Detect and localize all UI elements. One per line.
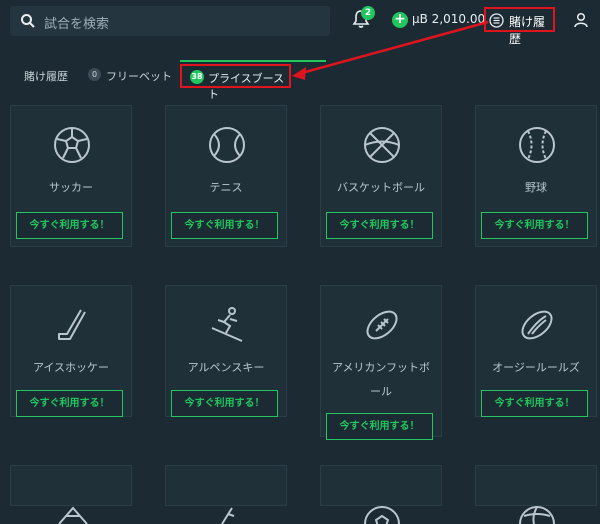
price-boost-count-badge: 38 <box>190 70 204 84</box>
notification-badge: 2 <box>361 6 375 20</box>
tab-bet-history[interactable]: 賭け履歴 <box>24 68 68 84</box>
sport-card-partial[interactable] <box>320 465 442 524</box>
use-now-button[interactable]: 今すぐ利用する！ <box>326 212 433 239</box>
tennis-ball-icon <box>209 127 245 163</box>
use-now-button[interactable]: 今すぐ利用する！ <box>481 390 588 417</box>
sport-card-partial[interactable] <box>475 465 597 524</box>
use-now-button[interactable]: 今すぐ利用する！ <box>481 212 588 239</box>
soccer-ball-icon <box>364 506 400 524</box>
aussie-rules-ball-icon <box>521 310 553 340</box>
sport-name: バスケットボール <box>337 181 425 194</box>
use-now-button[interactable]: 今すぐ利用する！ <box>16 212 123 239</box>
use-now-button[interactable]: 今すぐ利用する！ <box>171 212 278 239</box>
sport-name: テニス <box>209 181 243 194</box>
soccer-ball-icon <box>54 127 90 163</box>
tab-price-boost[interactable]: 38 プライスブースト <box>180 64 291 101</box>
sport-card-partial[interactable] <box>10 465 132 524</box>
sport-icon <box>58 506 88 524</box>
sport-name-continued: ール <box>370 385 392 398</box>
skier-icon <box>211 307 243 342</box>
search-placeholder: 試合を検索 <box>44 17 110 32</box>
use-now-button[interactable]: 今すぐ利用する！ <box>16 390 123 417</box>
sport-name: アイスホッケー <box>32 361 110 374</box>
search-input[interactable]: 試合を検索 <box>10 6 330 36</box>
use-now-button[interactable]: 今すぐ利用する！ <box>171 390 278 417</box>
volleyball-icon <box>519 506 555 524</box>
bet-history-button[interactable]: 賭け履歴 <box>484 7 555 46</box>
bet-history-label: 賭け履歴 <box>509 15 546 46</box>
sport-card-partial[interactable] <box>165 465 287 524</box>
sport-name: オージールールズ <box>492 361 580 374</box>
baseball-icon <box>519 127 555 163</box>
sport-icon <box>221 507 235 524</box>
american-football-icon <box>366 310 398 340</box>
sport-name: アルペンスキー <box>187 361 265 374</box>
user-icon[interactable] <box>573 12 589 32</box>
use-now-button[interactable]: 今すぐ利用する！ <box>326 413 433 440</box>
sport-name: 野球 <box>525 181 547 194</box>
sport-name: サッカー <box>49 181 93 194</box>
free-bet-count-badge: 0 <box>88 68 101 81</box>
tab-price-boost-label: プライスブースト <box>208 72 285 101</box>
basketball-icon <box>364 127 400 163</box>
tab-free-bet[interactable]: フリーベット <box>106 68 172 84</box>
search-icon <box>20 13 36 33</box>
hockey-stick-icon <box>58 309 86 340</box>
plus-icon[interactable]: + <box>392 12 408 28</box>
list-icon <box>489 13 504 32</box>
active-tab-indicator <box>180 60 326 62</box>
sport-name: アメリカンフットボ <box>331 361 431 374</box>
balance: µB 2,010.00 <box>412 12 486 26</box>
